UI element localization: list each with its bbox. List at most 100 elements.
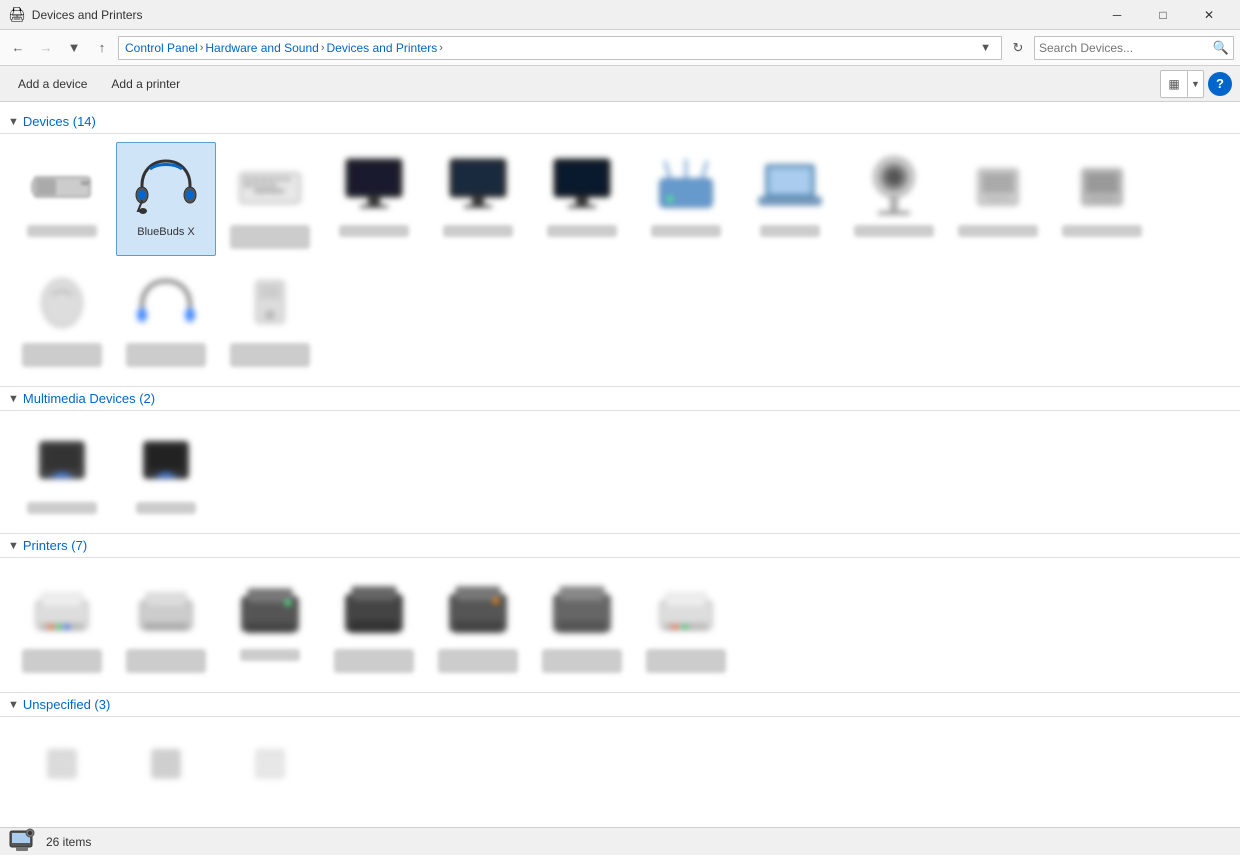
printer-item-5[interactable] xyxy=(428,566,528,680)
view-button[interactable]: ▦ xyxy=(1161,71,1187,97)
printer-label-2 xyxy=(126,649,206,673)
window-controls: ─ □ ✕ xyxy=(1094,0,1232,30)
unspecified-section-title[interactable]: Unspecified (3) xyxy=(23,697,110,712)
breadcrumb-sep-3: › xyxy=(439,42,443,54)
unspecified-grid xyxy=(0,721,1240,827)
breadcrumb-devices[interactable]: Devices and Printers xyxy=(326,41,437,55)
unspecified-item-2[interactable] xyxy=(116,725,216,815)
refresh-button[interactable]: ↻ xyxy=(1006,36,1030,60)
back-button[interactable]: ← xyxy=(6,36,30,60)
view-dropdown-button[interactable]: ▼ xyxy=(1187,71,1203,97)
device-item-monitor2[interactable] xyxy=(428,142,528,256)
device-item-monitor3[interactable] xyxy=(532,142,632,256)
device-label-router xyxy=(651,225,721,237)
search-input[interactable] xyxy=(1039,41,1213,55)
unspecified-section-header[interactable]: ▼ Unspecified (3) xyxy=(0,692,1240,717)
printer-label-1 xyxy=(22,649,102,673)
search-icon: 🔍 xyxy=(1213,40,1229,56)
breadcrumb-bar: Control Panel › Hardware and Sound › Dev… xyxy=(118,36,1002,60)
printers-chevron[interactable]: ▼ xyxy=(8,540,19,552)
multimedia-icon-2 xyxy=(130,426,202,498)
device-icon-adapter xyxy=(26,267,98,339)
printers-section-header[interactable]: ▼ Printers (7) xyxy=(0,533,1240,558)
search-box: 🔍 xyxy=(1034,36,1234,60)
printer-item-3[interactable] xyxy=(220,566,320,680)
breadcrumb-dropdown[interactable]: ▼ xyxy=(976,42,995,54)
address-bar: ← → ▼ ↑ Control Panel › Hardware and Sou… xyxy=(0,30,1240,66)
multimedia-label-1 xyxy=(27,502,97,514)
add-printer-button[interactable]: Add a printer xyxy=(101,71,190,97)
forward-button[interactable]: → xyxy=(34,36,58,60)
device-item-generic2[interactable] xyxy=(1052,142,1152,256)
multimedia-section-header[interactable]: ▼ Multimedia Devices (2) xyxy=(0,386,1240,411)
printer-label-4 xyxy=(334,649,414,673)
unspecified-chevron[interactable]: ▼ xyxy=(8,699,19,711)
device-item-bluebuds[interactable]: BlueBuds X xyxy=(116,142,216,256)
multimedia-icon-1 xyxy=(26,426,98,498)
printer-icon-7 xyxy=(650,573,722,645)
devices-grid: BlueBuds X xyxy=(0,138,1240,386)
device-item-router[interactable] xyxy=(636,142,736,256)
printers-grid xyxy=(0,562,1240,692)
dropdown-button[interactable]: ▼ xyxy=(62,36,86,60)
devices-chevron[interactable]: ▼ xyxy=(8,116,19,128)
printer-icon-4 xyxy=(338,573,410,645)
breadcrumb-hardware[interactable]: Hardware and Sound xyxy=(205,41,318,55)
printer-label-7 xyxy=(646,649,726,673)
device-item-webcam[interactable] xyxy=(844,142,944,256)
device-label-bluebuds: BlueBuds X xyxy=(137,225,194,239)
help-button[interactable]: ? xyxy=(1208,72,1232,96)
printer-icon-3 xyxy=(234,573,306,645)
device-label-laptop xyxy=(760,225,820,237)
printers-section-title[interactable]: Printers (7) xyxy=(23,538,87,553)
device-icon-generic1 xyxy=(962,149,1034,221)
multimedia-item-2[interactable] xyxy=(116,419,216,521)
device-icon-monitor1 xyxy=(338,149,410,221)
devices-section-header[interactable]: ▼ Devices (14) xyxy=(0,110,1240,134)
breadcrumb-sep-1: › xyxy=(200,42,204,54)
status-count: 26 items xyxy=(46,835,91,849)
multimedia-section-title[interactable]: Multimedia Devices (2) xyxy=(23,391,155,406)
device-icon-bluebuds xyxy=(130,149,202,221)
add-device-button[interactable]: Add a device xyxy=(8,71,97,97)
printer-item-7[interactable] xyxy=(636,566,736,680)
device-icon-laptop xyxy=(754,149,826,221)
printer-icon-1 xyxy=(26,573,98,645)
printer-item-1[interactable] xyxy=(12,566,112,680)
multimedia-chevron[interactable]: ▼ xyxy=(8,393,19,405)
maximize-button[interactable]: □ xyxy=(1140,0,1186,30)
device-item-laptop[interactable] xyxy=(740,142,840,256)
unspecified-icon-3 xyxy=(234,732,306,804)
title-bar: 🖨 Devices and Printers ─ □ ✕ xyxy=(0,0,1240,30)
device-item-usb[interactable] xyxy=(12,142,112,256)
minimize-button[interactable]: ─ xyxy=(1094,0,1140,30)
breadcrumb-control-panel[interactable]: Control Panel xyxy=(125,41,198,55)
unspecified-item-1[interactable] xyxy=(12,725,112,815)
printer-item-6[interactable] xyxy=(532,566,632,680)
device-item-generic1[interactable] xyxy=(948,142,1048,256)
device-item-desktop[interactable] xyxy=(220,260,320,374)
content-panel[interactable]: ▼ Devices (14) xyxy=(0,102,1240,827)
device-item-adapter[interactable] xyxy=(12,260,112,374)
unspecified-icon-1 xyxy=(26,732,98,804)
printer-item-4[interactable] xyxy=(324,566,424,680)
device-item-monitor1[interactable] xyxy=(324,142,424,256)
printer-item-2[interactable] xyxy=(116,566,216,680)
close-button[interactable]: ✕ xyxy=(1186,0,1232,30)
device-item-headset2[interactable] xyxy=(116,260,216,374)
device-label-headset2 xyxy=(126,343,206,367)
unspecified-icon-2 xyxy=(130,732,202,804)
device-item-keyboard[interactable] xyxy=(220,142,320,256)
up-button[interactable]: ↑ xyxy=(90,36,114,60)
device-label-keyboard xyxy=(230,225,310,249)
status-bar: 26 items xyxy=(0,827,1240,855)
multimedia-item-1[interactable] xyxy=(12,419,112,521)
printer-label-5 xyxy=(438,649,518,673)
device-icon-monitor2 xyxy=(442,149,514,221)
device-label-monitor1 xyxy=(339,225,409,237)
device-label-desktop xyxy=(230,343,310,367)
printer-label-6 xyxy=(542,649,622,673)
device-label-monitor2 xyxy=(443,225,513,237)
devices-section-title[interactable]: Devices (14) xyxy=(23,114,96,129)
unspecified-item-3[interactable] xyxy=(220,725,320,815)
